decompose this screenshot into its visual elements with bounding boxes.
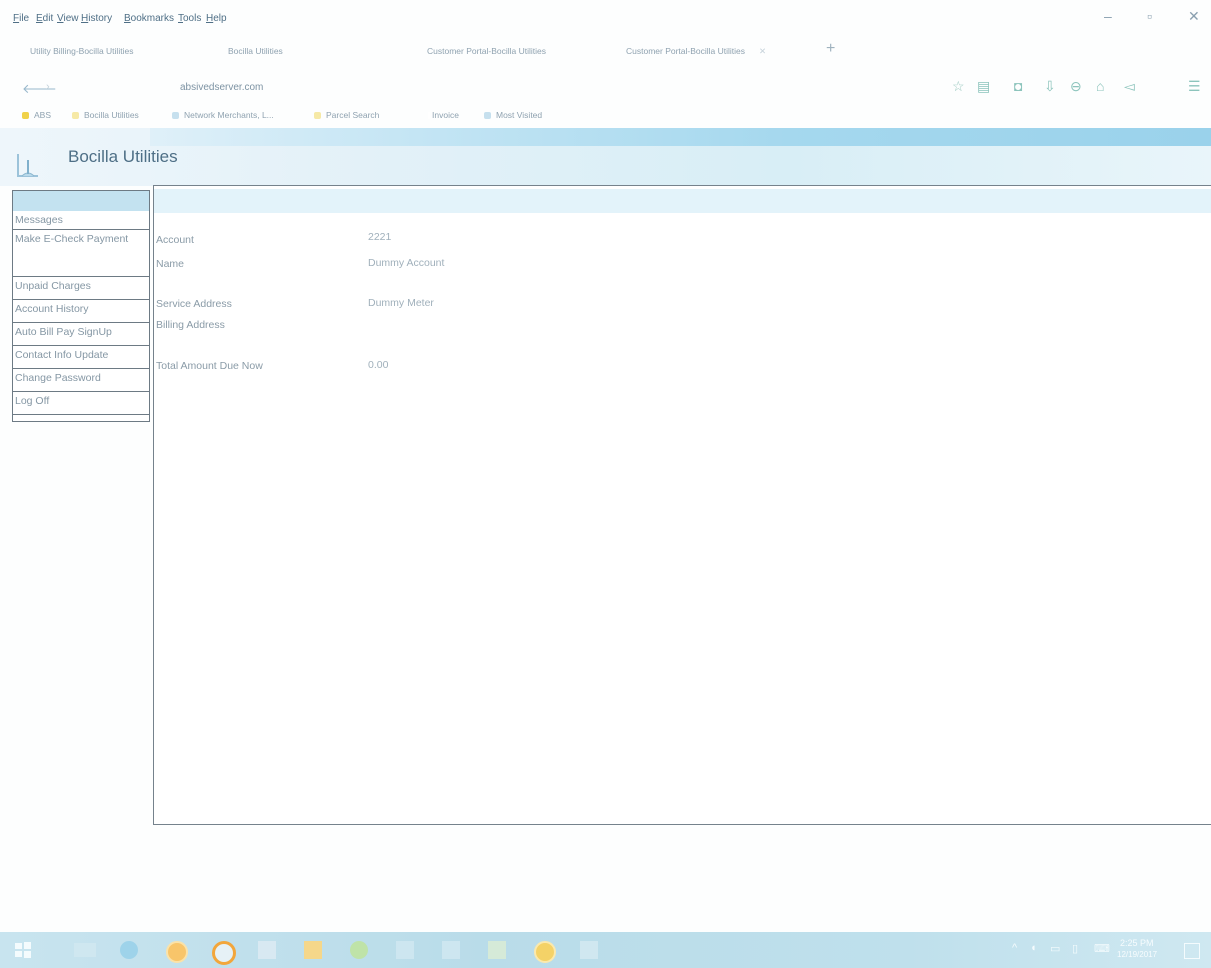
- tab-bocilla-utilities[interactable]: Bocilla Utilities: [228, 46, 283, 62]
- sidebar-item-unpaid-charges[interactable]: Unpaid Charges: [13, 277, 149, 300]
- sidebar-item-auto-bill-pay-signup[interactable]: Auto Bill Pay SignUp: [13, 323, 149, 346]
- clock-time[interactable]: 2:25 PM: [1120, 938, 1154, 948]
- tab-utility-billing[interactable]: Utility Billing-Bocilla Utilities: [30, 46, 133, 62]
- bookmark-label: ABS: [34, 110, 52, 120]
- speaker-icon[interactable]: ◖: [1030, 942, 1037, 954]
- keyboard-icon[interactable]: ⌨: [1094, 942, 1110, 955]
- menu-view[interactable]: View: [57, 13, 79, 24]
- bookmark-label: Bocilla Utilities: [84, 110, 139, 120]
- edge-browser-icon[interactable]: [120, 941, 138, 959]
- sidebar-item-make-e-check-payment[interactable]: Make E-Check Payment: [13, 230, 149, 277]
- site-title: Bocilla Utilities: [68, 147, 178, 166]
- tab-label: Utility Billing-Bocilla Utilities: [30, 46, 134, 56]
- new-tab-button[interactable]: +: [826, 40, 835, 58]
- folder-icon: [314, 112, 321, 119]
- windows-taskbar: ^ ◖ ▭ ▯ ⌨ 2:25 PM 12/19/2017: [0, 932, 1211, 968]
- menu-file[interactable]: File: [13, 13, 29, 24]
- account-value: 2221: [368, 231, 392, 243]
- folder-icon: [72, 112, 79, 119]
- sidebar-item-account-history[interactable]: Account History: [13, 300, 149, 323]
- star-icon[interactable]: ☆: [952, 78, 965, 95]
- folder-icon: [484, 112, 491, 119]
- menu-tools[interactable]: Tools: [178, 13, 201, 24]
- tab-customer-portal-1[interactable]: Customer Portal-Bocilla Utilities: [427, 46, 546, 62]
- chevron-up-icon[interactable]: ^: [1012, 942, 1017, 954]
- download-icon[interactable]: ⇩: [1044, 78, 1056, 95]
- minimize-button[interactable]: –: [1104, 8, 1112, 24]
- app-icon[interactable]: [350, 941, 368, 959]
- service-address-value: Dummy Meter: [368, 297, 434, 309]
- sidebar-item-change-password[interactable]: Change Password: [13, 369, 149, 392]
- forward-arrow-icon[interactable]: ›: [46, 81, 50, 93]
- navigation-bar: 🡐 › absivedserver.com ☆ ▤ ◘ ⇩ ⊖ ⌂ ◅ ☰: [0, 68, 1211, 106]
- globe-icon: [172, 112, 179, 119]
- url-field[interactable]: absivedserver.com: [180, 82, 263, 93]
- tab-customer-portal-2[interactable]: Customer Portal-Bocilla Utilities ✕: [626, 46, 766, 62]
- billing-address-label: Billing Address: [156, 319, 225, 331]
- chrome-icon[interactable]: [166, 941, 188, 963]
- bookmark-label: Parcel Search: [326, 110, 380, 120]
- windows-start-icon[interactable]: [14, 941, 32, 959]
- account-summary-panel: Account 2221 Name Dummy Account Service …: [153, 185, 1211, 825]
- battery-icon[interactable]: ▯: [1072, 942, 1078, 955]
- file-explorer-icon[interactable]: [304, 941, 322, 959]
- sidebar-item-log-off[interactable]: Log Off: [13, 392, 149, 415]
- bookmark-invoice[interactable]: Invoice: [428, 110, 459, 120]
- menu-bar: File Edit View History Bookmarks Tools H…: [0, 0, 1211, 36]
- panel-header: [154, 189, 1211, 213]
- task-view-icon[interactable]: [74, 943, 96, 957]
- notifications-icon[interactable]: [1184, 943, 1200, 959]
- tab-label: Customer Portal-Bocilla Utilities: [427, 46, 547, 56]
- bookmark-bocilla[interactable]: Bocilla Utilities: [72, 110, 139, 120]
- bookmark-label: Invoice: [432, 110, 459, 120]
- close-button[interactable]: ✕: [1188, 8, 1200, 25]
- send-icon[interactable]: ◅: [1124, 78, 1135, 95]
- bookmark-parcel-search[interactable]: Parcel Search: [314, 110, 379, 120]
- bookmark-most-visited[interactable]: Most Visited: [484, 110, 542, 120]
- home-icon[interactable]: ⌂: [1096, 78, 1104, 94]
- reading-list-icon[interactable]: ▤: [977, 78, 990, 95]
- hamburger-menu-icon[interactable]: ☰: [1188, 78, 1201, 95]
- sidebar-item-contact-info-update[interactable]: Contact Info Update: [13, 346, 149, 369]
- sidebar-item-messages[interactable]: Messages: [13, 211, 149, 230]
- app-icon[interactable]: [580, 941, 598, 959]
- bocilla-logo-icon: [17, 154, 38, 177]
- bookmark-label: Network Merchants, L...: [184, 110, 274, 120]
- tab-strip: Utility Billing-Bocilla Utilities Bocill…: [0, 36, 1211, 68]
- account-label: Account: [156, 234, 194, 246]
- firefox-icon[interactable]: [212, 941, 236, 965]
- menu-history[interactable]: History: [81, 13, 112, 24]
- folder-icon: [22, 112, 29, 119]
- sync-icon[interactable]: ⊖: [1070, 78, 1082, 95]
- sidebar-nav: Messages Make E-Check Payment Unpaid Cha…: [12, 190, 150, 422]
- menu-edit[interactable]: Edit: [36, 13, 53, 24]
- tab-label: Bocilla Utilities: [228, 46, 283, 56]
- close-tab-icon[interactable]: ✕: [759, 46, 766, 56]
- app-icon[interactable]: [396, 941, 414, 959]
- bookmark-abs[interactable]: ABS: [22, 110, 51, 120]
- page-icon: [428, 112, 430, 119]
- tab-label: Customer Portal-Bocilla Utilities: [626, 46, 746, 56]
- bookmarks-bar: ABS Bocilla Utilities Network Merchants,…: [0, 106, 1211, 128]
- menu-bookmarks[interactable]: Bookmarks: [124, 13, 174, 24]
- chrome-icon[interactable]: [534, 941, 556, 963]
- name-value: Dummy Account: [368, 257, 445, 269]
- network-icon[interactable]: ▭: [1050, 942, 1060, 955]
- bookmark-network-merchants[interactable]: Network Merchants, L...: [172, 110, 274, 120]
- restore-button[interactable]: ▫: [1147, 8, 1152, 24]
- header-stripe: [150, 128, 1211, 146]
- service-address-label: Service Address: [156, 298, 232, 310]
- app-icon[interactable]: [488, 941, 506, 959]
- menu-help[interactable]: Help: [206, 13, 227, 24]
- mail-icon[interactable]: [258, 941, 276, 959]
- back-arrow-icon[interactable]: 🡐: [22, 81, 57, 97]
- total-due-label: Total Amount Due Now: [156, 360, 263, 372]
- total-due-value: 0.00: [368, 359, 389, 371]
- sidebar-header: [13, 191, 149, 211]
- name-label: Name: [156, 258, 185, 270]
- app-icon[interactable]: [442, 941, 460, 959]
- bookmark-label: Most Visited: [496, 110, 543, 120]
- clock-date[interactable]: 12/19/2017: [1117, 950, 1157, 959]
- pocket-icon[interactable]: ◘: [1014, 78, 1022, 94]
